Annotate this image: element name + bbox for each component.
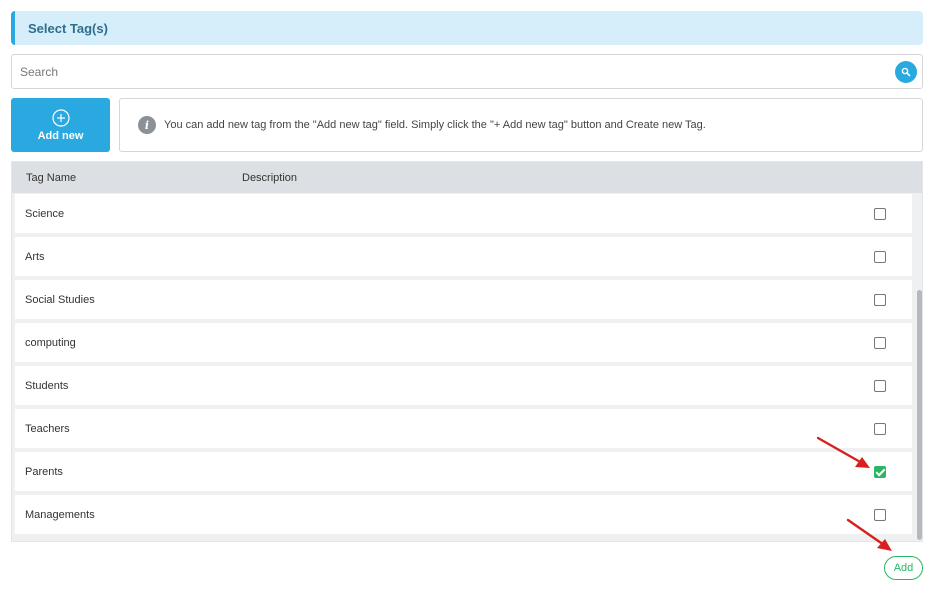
table-row[interactable]: Arts: [15, 237, 912, 276]
tag-checkbox[interactable]: [874, 293, 886, 306]
table-row[interactable]: Students: [15, 366, 912, 405]
annotation-arrow-checkbox: [816, 436, 870, 468]
tag-name: Students: [25, 379, 69, 392]
column-header-tag-name: Tag Name: [26, 171, 77, 184]
scrollbar-thumb[interactable]: [917, 290, 922, 540]
tag-name: Science: [25, 207, 65, 220]
tag-name: Parents: [25, 465, 63, 478]
tag-checkbox[interactable]: [874, 379, 886, 392]
tag-name: Arts: [25, 250, 45, 263]
plus-circle-icon: [51, 108, 70, 127]
tag-name: Teachers: [25, 422, 70, 435]
add-new-button[interactable]: Add new: [11, 98, 110, 152]
annotation-arrow-add: [846, 518, 892, 551]
tag-name: Social Studies: [25, 293, 95, 306]
table-row[interactable]: Parents: [15, 452, 912, 491]
tag-name: computing: [25, 336, 76, 349]
info-text: You can add new tag from the "Add new ta…: [164, 119, 706, 131]
tag-table: Tag Name Description Science Arts Social S…: [11, 161, 923, 542]
search-field[interactable]: [11, 54, 923, 89]
tag-checkbox[interactable]: [874, 207, 886, 220]
search-input[interactable]: [12, 55, 895, 88]
add-button[interactable]: Add: [884, 556, 923, 580]
info-panel: i You can add new tag from the "Add new …: [119, 98, 923, 152]
table-row[interactable]: Science: [15, 194, 912, 233]
table-scrollbar[interactable]: [916, 194, 922, 541]
search-button[interactable]: [895, 60, 917, 83]
table-row[interactable]: computing: [15, 323, 912, 362]
table-row[interactable]: Managements: [15, 495, 912, 534]
dialog-title-bar: Select Tag(s): [11, 11, 923, 45]
table-row[interactable]: Teachers: [15, 409, 912, 448]
column-header-description: Description: [242, 171, 298, 184]
dialog-title: Select Tag(s): [28, 20, 108, 36]
tag-checkbox[interactable]: [874, 250, 886, 263]
info-icon: i: [138, 116, 156, 134]
add-new-label: Add new: [37, 129, 84, 142]
search-icon: [901, 67, 911, 76]
tag-checkbox[interactable]: [874, 336, 886, 349]
table-row[interactable]: Social Studies: [15, 280, 912, 319]
table-body: Science Arts Social Studies computing Studen…: [15, 194, 912, 538]
tag-name: Managements: [25, 508, 95, 521]
table-header: Tag Name Description: [12, 162, 922, 193]
